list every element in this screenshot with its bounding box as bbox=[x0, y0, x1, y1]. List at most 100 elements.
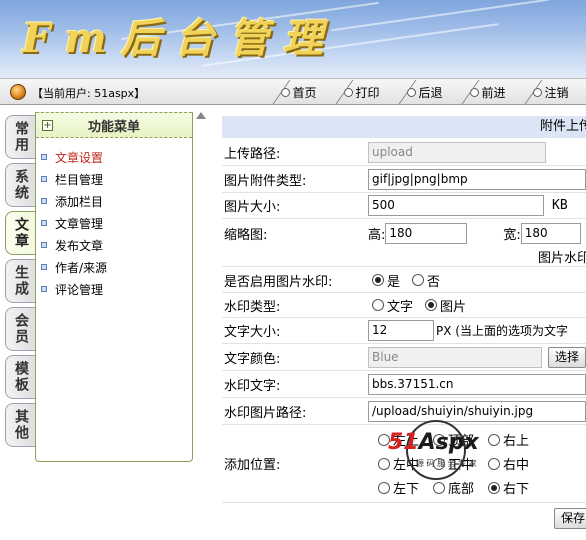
thumbnail-label: 缩略图: bbox=[224, 227, 268, 243]
position-bottom-left[interactable]: 左下 bbox=[378, 478, 419, 497]
menu-header: + 功能菜单 bbox=[36, 112, 192, 138]
position-center[interactable]: 正中 bbox=[433, 454, 474, 473]
nav-print-button[interactable]: 打印 bbox=[322, 80, 393, 104]
radio-icon[interactable] bbox=[425, 299, 438, 311]
enable-watermark-yes[interactable]: 是 bbox=[372, 271, 400, 290]
radio-icon[interactable] bbox=[412, 274, 425, 286]
watermark-text-field[interactable]: bbs.37151.cn bbox=[368, 373, 586, 395]
menu-item-comment-manage[interactable]: 评论管理 bbox=[41, 278, 192, 300]
bullet-icon bbox=[41, 154, 47, 160]
radio-icon[interactable] bbox=[378, 481, 390, 494]
form-header-title: 附件上传 bbox=[540, 119, 586, 134]
menu-title: 功能菜单 bbox=[87, 119, 140, 135]
position-bottom-right[interactable]: 右下 bbox=[488, 478, 529, 497]
tab-system[interactable]: 系统 bbox=[5, 163, 36, 207]
tab-template[interactable]: 模板 bbox=[5, 355, 36, 399]
menu-list: 文章设置 栏目管理 添加栏目 文章管理 发布文章 作者/来源 评论管理 bbox=[36, 138, 192, 300]
row-watermark-note: 图片水印 bbox=[222, 247, 586, 267]
thumbnail-height-label: 高: bbox=[368, 227, 386, 243]
tab-generate[interactable]: 生成 bbox=[5, 259, 36, 303]
menu-item-article-manage[interactable]: 文章管理 bbox=[41, 212, 192, 234]
position-top-left[interactable]: 左上 bbox=[378, 430, 419, 449]
radio-icon[interactable] bbox=[433, 481, 446, 494]
radio-icon[interactable] bbox=[378, 457, 390, 470]
user-icon bbox=[10, 84, 26, 100]
row-watermark-image-path: 水印图片路径: /upload/shuiyin/shuiyin.jpg bbox=[222, 398, 586, 425]
bullet-icon bbox=[41, 220, 47, 226]
bullet-icon bbox=[41, 242, 47, 248]
image-types-label: 图片附件类型: bbox=[224, 173, 307, 189]
row-text-color: 文字颜色: Blue 选择 bbox=[222, 344, 586, 371]
nav-home-button[interactable]: 首页 bbox=[259, 80, 330, 104]
radio-icon[interactable] bbox=[372, 299, 384, 311]
upload-path-field[interactable]: upload bbox=[368, 142, 546, 163]
tab-article[interactable]: 文章 bbox=[5, 211, 36, 255]
nav-back-button[interactable]: 后退 bbox=[385, 80, 456, 104]
tab-common[interactable]: 常用 bbox=[5, 115, 36, 159]
top-navbar: 【当前用户: 51aspx】 首页 打印 后退 前进 注销 bbox=[0, 78, 586, 105]
radio-icon[interactable] bbox=[488, 481, 501, 494]
menu-scrollbar[interactable] bbox=[195, 110, 207, 540]
watermark-image-path-label: 水印图片路径: bbox=[224, 405, 307, 421]
row-upload-path: 上传路径: upload bbox=[222, 140, 586, 166]
tab-other[interactable]: 其他 bbox=[5, 403, 36, 447]
row-thumbnail: 缩略图: 高: 180 宽: 180 bbox=[222, 219, 586, 247]
thumbnail-width-label: 宽: bbox=[503, 227, 521, 243]
save-button[interactable]: 保存 bbox=[554, 507, 586, 529]
image-size-field[interactable]: 500 bbox=[368, 195, 544, 216]
radio-icon[interactable] bbox=[488, 457, 501, 470]
row-image-size: 图片大小: 500 KB bbox=[222, 193, 586, 219]
menu-item-author-source[interactable]: 作者/来源 bbox=[41, 256, 192, 278]
text-size-note: PX (当上面的选项为文字 bbox=[436, 324, 568, 338]
radio-icon[interactable] bbox=[378, 433, 390, 446]
current-user-label: 【当前用户: 51aspx】 bbox=[32, 87, 146, 100]
radio-icon[interactable] bbox=[372, 274, 384, 286]
watermark-type-image[interactable]: 图片 bbox=[425, 296, 466, 315]
thumbnail-width-field[interactable]: 180 bbox=[520, 222, 581, 244]
radio-icon[interactable] bbox=[488, 433, 501, 446]
enable-watermark-no[interactable]: 否 bbox=[412, 271, 440, 290]
text-color-field[interactable]: Blue bbox=[368, 346, 542, 368]
image-size-unit: KB bbox=[552, 198, 568, 213]
thumbnail-height-field[interactable]: 180 bbox=[385, 222, 468, 244]
tab-member[interactable]: 会员 bbox=[5, 307, 36, 351]
image-size-label: 图片大小: bbox=[224, 200, 281, 215]
watermark-image-path-field[interactable]: /upload/shuiyin/shuiyin.jpg bbox=[368, 400, 586, 422]
bullet-icon bbox=[41, 264, 47, 270]
row-text-size: 文字大小: 12 PX (当上面的选项为文字 bbox=[222, 318, 586, 344]
watermark-type-text[interactable]: 文字 bbox=[372, 296, 413, 315]
radio-icon[interactable] bbox=[433, 457, 446, 470]
menu-item-add-column[interactable]: 添加栏目 bbox=[41, 190, 192, 212]
upload-path-label: 上传路径: bbox=[224, 147, 281, 162]
watermark-text-label: 水印文字: bbox=[224, 378, 281, 394]
text-size-label: 文字大小: bbox=[224, 325, 281, 340]
nav-items: 首页 打印 后退 前进 注销 bbox=[259, 80, 583, 104]
position-label: 添加位置: bbox=[224, 458, 281, 473]
image-types-field[interactable]: gif|jpg|png|bmp bbox=[368, 168, 586, 190]
function-menu: + 功能菜单 文章设置 栏目管理 添加栏目 文章管理 发布文章 作者/来源 评论… bbox=[35, 112, 193, 462]
text-size-field[interactable]: 12 bbox=[368, 320, 434, 341]
position-top-right[interactable]: 右上 bbox=[488, 430, 529, 449]
form-header: 附件上传 bbox=[222, 116, 586, 138]
menu-item-publish-article[interactable]: 发布文章 bbox=[41, 234, 192, 256]
nav-forward-button[interactable]: 前进 bbox=[448, 80, 519, 104]
bullet-icon bbox=[41, 286, 47, 292]
row-save: 保存 bbox=[222, 504, 586, 532]
row-position: 添加位置: 左上 顶部 右上 左中 正中 右中 左下 底部 右下 bbox=[222, 425, 586, 503]
expand-icon[interactable]: + bbox=[42, 120, 53, 131]
choose-color-button[interactable]: 选择 bbox=[547, 346, 586, 368]
position-top[interactable]: 顶部 bbox=[433, 430, 474, 449]
radio-icon[interactable] bbox=[433, 433, 446, 446]
menu-item-column-manage[interactable]: 栏目管理 bbox=[41, 168, 192, 190]
scroll-up-icon[interactable] bbox=[196, 112, 206, 119]
nav-logout-button[interactable]: 注销 bbox=[511, 80, 582, 104]
text-color-label: 文字颜色: bbox=[224, 351, 281, 367]
watermark-type-label: 水印类型: bbox=[224, 299, 281, 315]
position-middle-left[interactable]: 左中 bbox=[378, 454, 419, 473]
position-bottom[interactable]: 底部 bbox=[433, 478, 474, 497]
position-middle-right[interactable]: 右中 bbox=[488, 454, 529, 473]
row-watermark-type: 水印类型: 文字 图片 bbox=[222, 293, 586, 318]
enable-watermark-label: 是否启用图片水印: bbox=[224, 274, 333, 290]
row-enable-watermark: 是否启用图片水印: 是 否 bbox=[222, 268, 586, 293]
menu-item-article-settings[interactable]: 文章设置 bbox=[41, 146, 192, 168]
